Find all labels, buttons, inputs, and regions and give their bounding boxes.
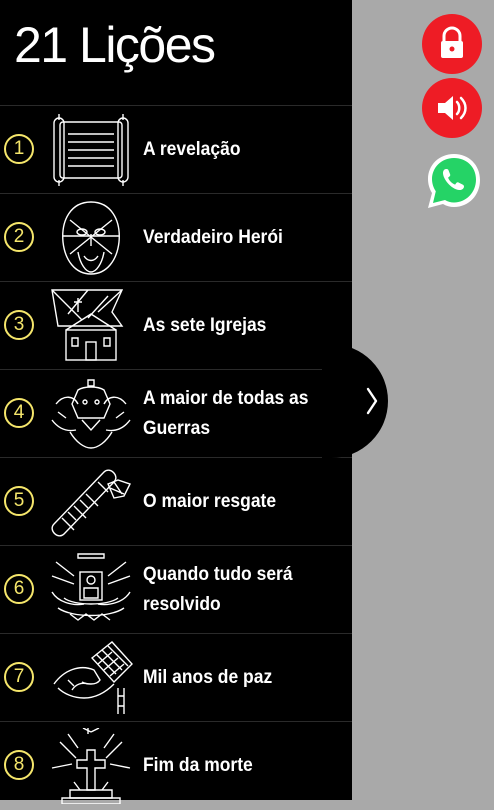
lesson-item-4[interactable]: 4 A maior de todas as Guerras (0, 369, 352, 457)
lesson-title: A maior de todas as Guerras (143, 388, 309, 439)
page-title: 21 Lições (14, 17, 216, 73)
lesson-title: A revelação (143, 139, 241, 160)
lesson-item-1[interactable]: 1 A revelação (0, 105, 352, 193)
lesson-item-8[interactable]: 8 Fim da morte (0, 721, 352, 809)
lesson-title: O maior resgate (143, 491, 277, 512)
throne-icon (51, 553, 131, 621)
lesson-number: 4 (4, 398, 34, 428)
lesson-item-7[interactable]: 7 Mil anos de paz (0, 633, 352, 721)
tomb-cross-icon (51, 728, 131, 804)
lesson-item-6[interactable]: 6 Quando tudo será resolvido (0, 545, 352, 633)
jesus-face-icon (62, 201, 120, 275)
lesson-title: Quando tudo será resolvido (143, 564, 293, 615)
speaker-icon (438, 96, 467, 120)
drawer-toggle-tab[interactable] (322, 344, 388, 458)
lesson-number: 8 (4, 750, 34, 780)
lesson-item-5[interactable]: 5 O maior resgate (0, 457, 352, 545)
lesson-number: 1 (4, 134, 34, 164)
lesson-number: 7 (4, 662, 34, 692)
hand-net-icon (53, 641, 133, 714)
lesson-number: 2 (4, 222, 34, 252)
lesson-item-2[interactable]: 2 Verdadeiro Herói (0, 193, 352, 281)
rolled-scroll-icon (51, 469, 131, 537)
sound-button[interactable] (422, 78, 482, 138)
lesson-title: Fim da morte (143, 755, 253, 776)
lesson-title: Mil anos de paz (143, 667, 273, 688)
lesson-list: 1 A revelação 2 Verdadeiro Herói 3 As se… (0, 105, 352, 809)
lesson-number: 5 (4, 486, 34, 516)
scroll-icon (53, 114, 129, 186)
lesson-number: 6 (4, 574, 34, 604)
lesson-title: Verdadeiro Herói (143, 227, 283, 248)
lock-button[interactable] (422, 14, 482, 74)
chevron-right-icon (366, 387, 378, 415)
whatsapp-button[interactable] (424, 151, 484, 211)
lock-icon (441, 26, 463, 58)
lesson-title: As sete Igrejas (143, 315, 267, 336)
lessons-drawer: 21 Lições 1 A revelação 2 Verdadeiro Her… (0, 0, 352, 804)
lesson-item-3[interactable]: 3 As sete Igrejas (0, 281, 352, 369)
beasts-icon (51, 379, 131, 449)
whatsapp-icon (428, 154, 480, 208)
lesson-number: 3 (4, 310, 34, 340)
church-icon (51, 289, 124, 361)
